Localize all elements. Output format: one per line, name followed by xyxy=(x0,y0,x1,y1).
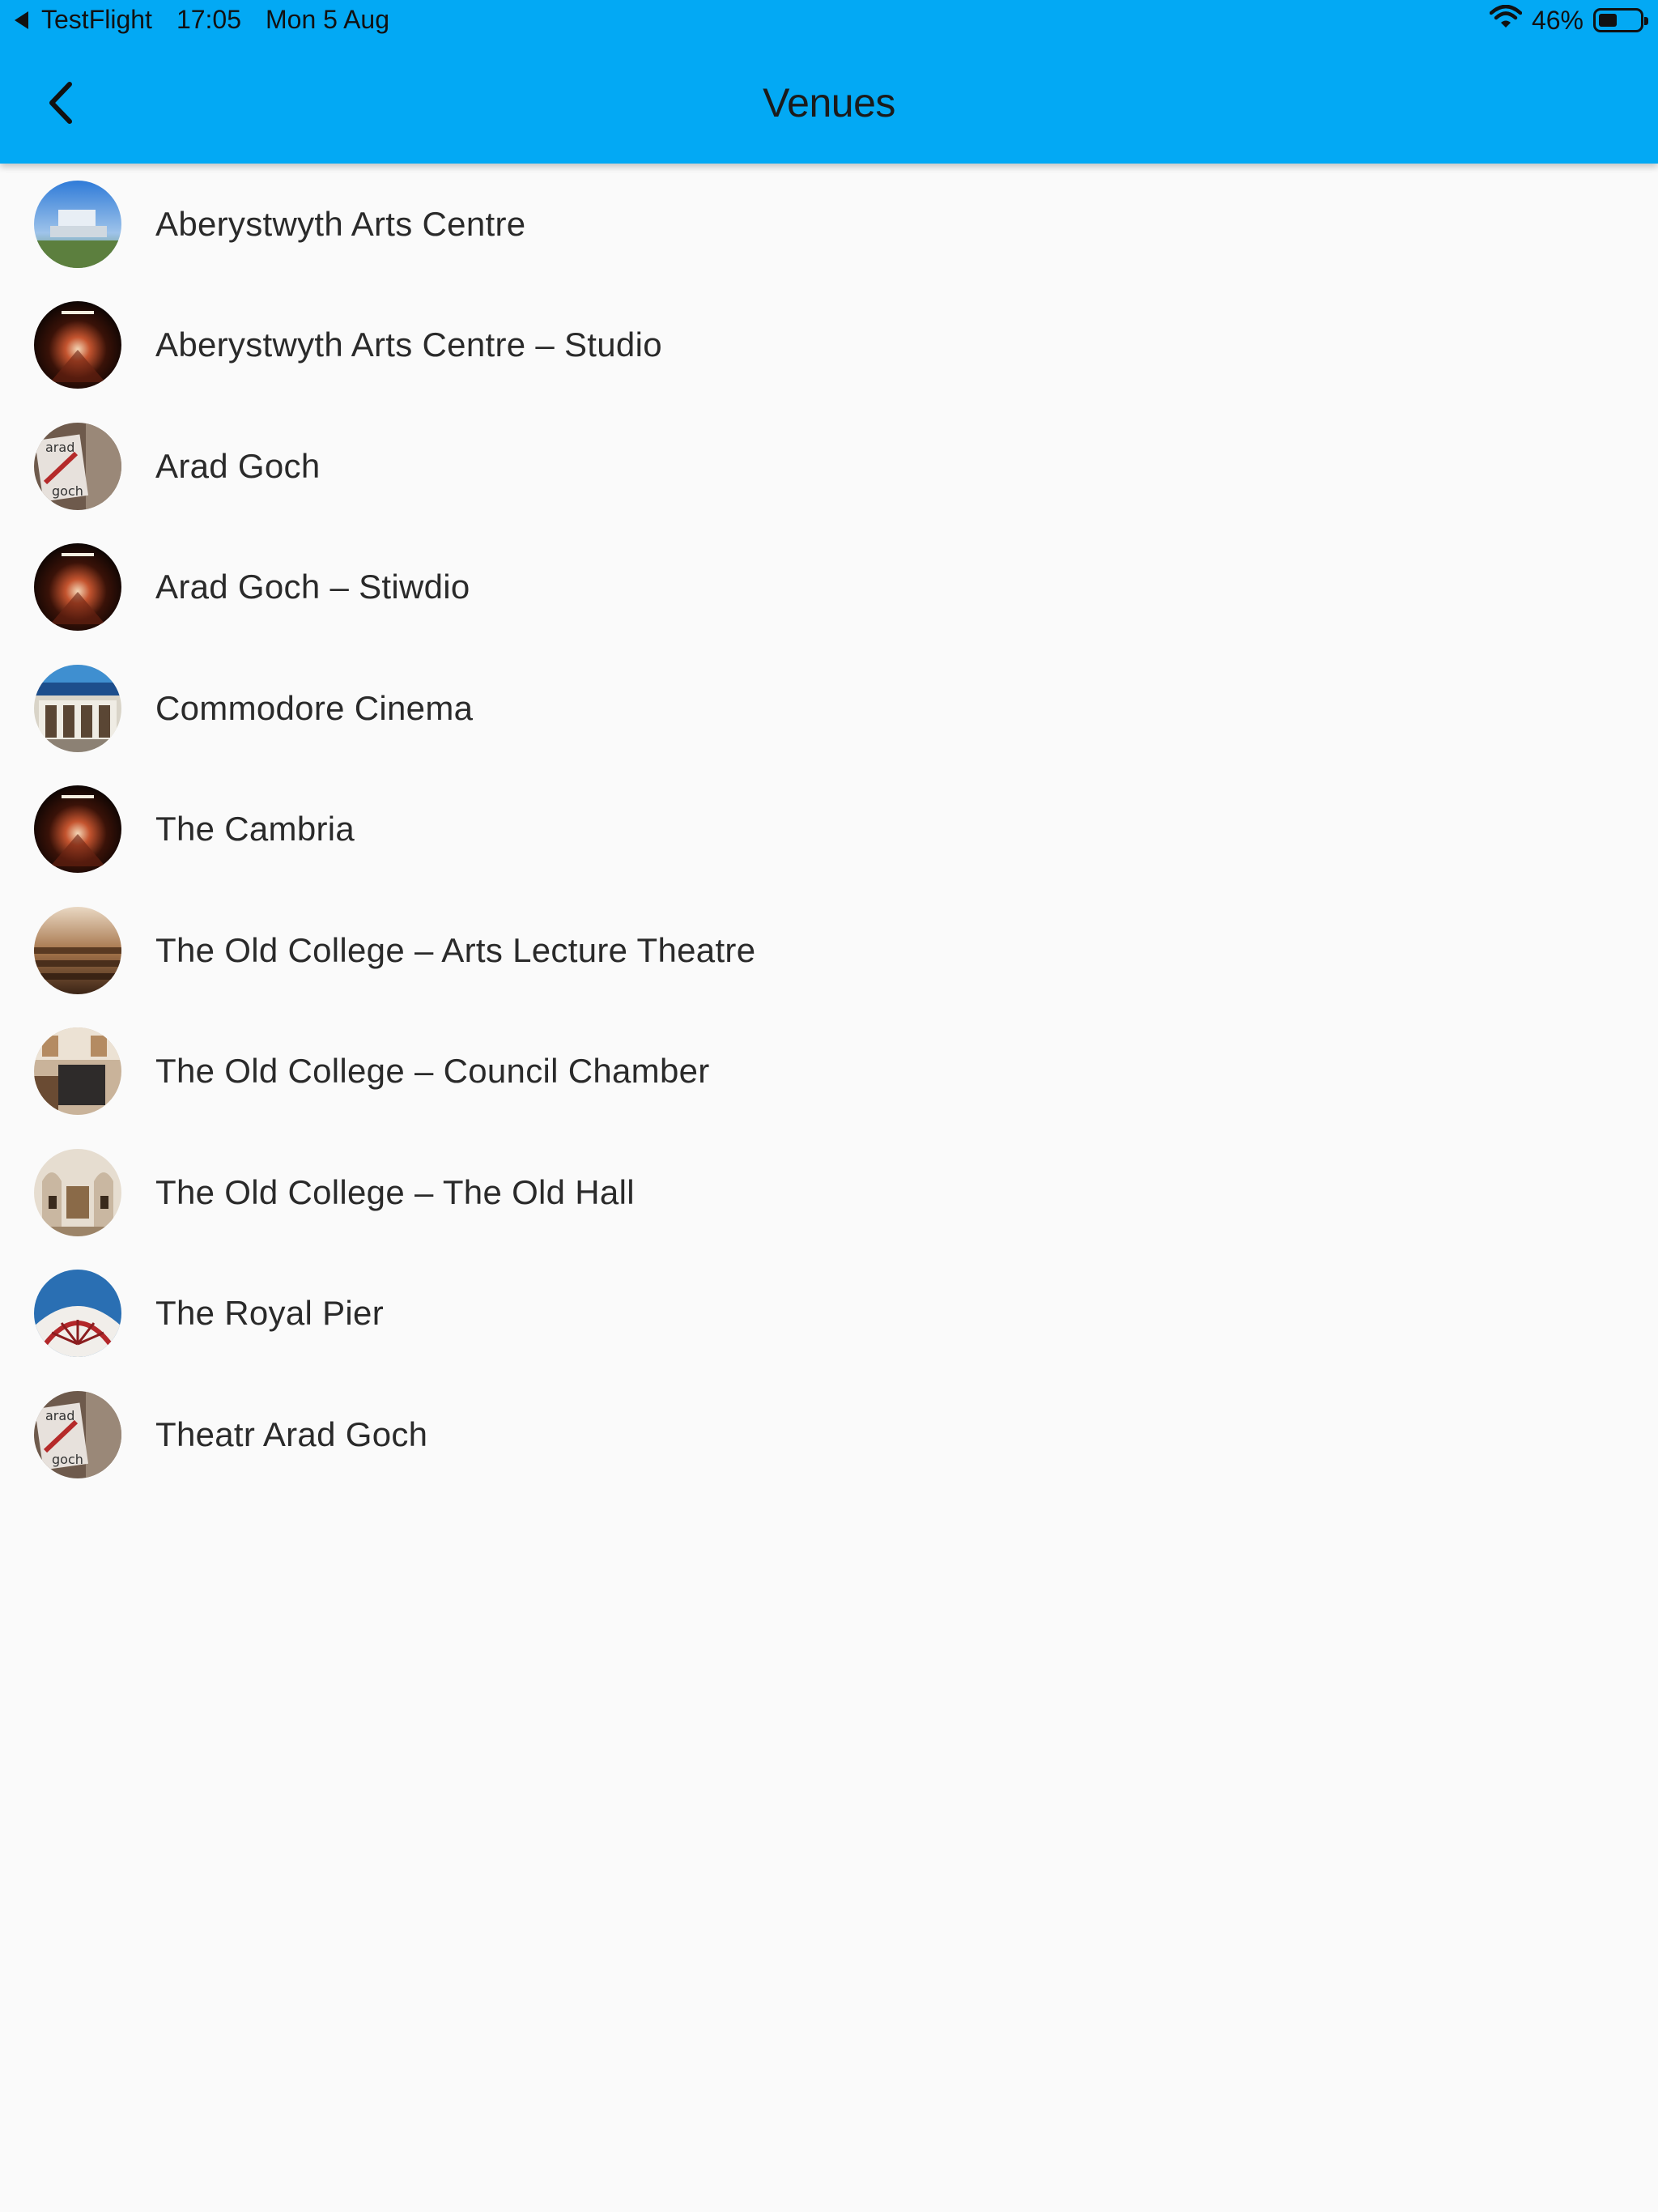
venue-list-item[interactable]: The Old College – The Old Hall xyxy=(0,1132,1658,1253)
status-right: 46% xyxy=(1489,4,1648,36)
auditorium-photo xyxy=(34,301,121,389)
venue-avatar xyxy=(34,1148,121,1236)
venue-list-item[interactable]: Commodore Cinema xyxy=(0,648,1658,769)
venue-list-item[interactable]: The Old College – Council Chamber xyxy=(0,1011,1658,1133)
app-bar: TestFlight 17:05 Mon 5 Aug 46% Venues xyxy=(0,0,1658,164)
venue-list-item[interactable]: Arad Goch – Stiwdio xyxy=(0,527,1658,649)
venue-list-item[interactable]: The Royal Pier xyxy=(0,1253,1658,1375)
status-date: Mon 5 Aug xyxy=(266,5,390,34)
back-to-app-icon[interactable] xyxy=(15,11,28,29)
royal-pier-photo xyxy=(34,1270,121,1358)
arts-centre-photo xyxy=(34,180,121,268)
wifi-icon xyxy=(1489,4,1523,36)
auditorium-photo xyxy=(34,543,121,632)
venue-list-item[interactable]: Aberystwyth Arts Centre – Studio xyxy=(0,285,1658,406)
venue-avatar: arad goch xyxy=(34,422,121,510)
venue-list-item[interactable]: The Cambria xyxy=(0,769,1658,891)
venue-avatar xyxy=(34,664,121,752)
status-time: 17:05 xyxy=(176,5,242,34)
back-app-label[interactable]: TestFlight xyxy=(41,5,152,35)
battery-percent: 46% xyxy=(1531,5,1584,35)
svg-text:arad: arad xyxy=(45,440,74,455)
venue-name: The Old College – Council Chamber xyxy=(155,1052,710,1091)
venue-avatar xyxy=(34,180,121,268)
svg-text:goch: goch xyxy=(52,1452,83,1467)
svg-text:arad: arad xyxy=(45,1408,74,1423)
battery-fill xyxy=(1599,14,1617,27)
venue-avatar: arad goch xyxy=(34,1390,121,1478)
venue-avatar xyxy=(34,1027,121,1116)
venue-name: Arad Goch xyxy=(155,446,321,485)
council-chamber-photo xyxy=(34,1027,121,1116)
venue-avatar xyxy=(34,785,121,874)
auditorium-photo xyxy=(34,785,121,874)
venue-name: Commodore Cinema xyxy=(155,688,474,727)
battery-icon xyxy=(1593,8,1648,32)
venue-name: Aberystwyth Arts Centre – Studio xyxy=(155,325,662,364)
venue-list: Aberystwyth Arts Centre Aberystwyth Arts… xyxy=(0,164,1658,1495)
venue-name: The Old College – Arts Lecture Theatre xyxy=(155,930,756,969)
venue-name: Arad Goch – Stiwdio xyxy=(155,568,470,606)
venue-name: Theatr Arad Goch xyxy=(155,1414,428,1453)
svg-text:goch: goch xyxy=(52,483,83,499)
venue-name: The Cambria xyxy=(155,810,355,849)
venue-avatar xyxy=(34,301,121,389)
venue-list-item[interactable]: Aberystwyth Arts Centre xyxy=(0,164,1658,285)
venue-avatar xyxy=(34,906,121,994)
status-left: TestFlight 17:05 Mon 5 Aug xyxy=(15,5,389,35)
lecture-theatre-photo xyxy=(34,906,121,994)
venue-avatar xyxy=(34,1270,121,1358)
venue-name: Aberystwyth Arts Centre xyxy=(155,204,526,243)
arad-goch-sign-photo: arad goch xyxy=(34,1390,121,1478)
venue-list-item[interactable]: The Old College – Arts Lecture Theatre xyxy=(0,890,1658,1011)
cinema-front-photo xyxy=(34,664,121,752)
venue-avatar xyxy=(34,543,121,632)
venue-list-item[interactable]: arad goch Arad Goch xyxy=(0,406,1658,527)
arad-goch-sign-photo: arad goch xyxy=(34,422,121,510)
page-title: Venues xyxy=(763,80,895,125)
venue-name: The Old College – The Old Hall xyxy=(155,1172,635,1211)
status-bar: TestFlight 17:05 Mon 5 Aug 46% xyxy=(0,0,1658,42)
old-hall-photo xyxy=(34,1148,121,1236)
venue-name: The Royal Pier xyxy=(155,1294,384,1333)
venue-list-item[interactable]: arad goch Theatr Arad Goch xyxy=(0,1374,1658,1495)
